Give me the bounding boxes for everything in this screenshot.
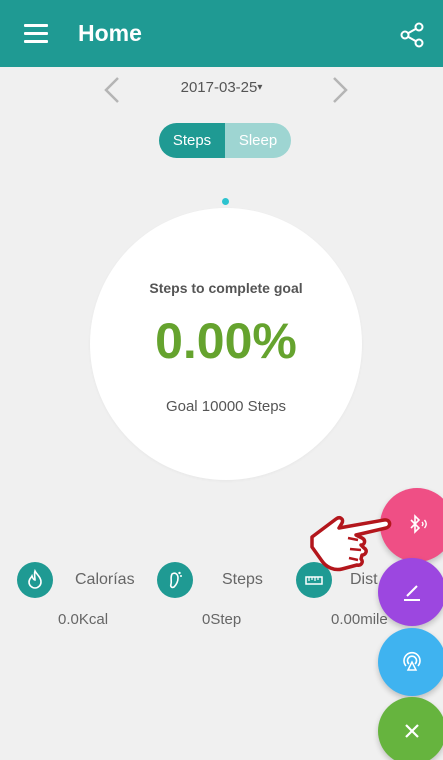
progress-indicator-dot xyxy=(222,198,229,205)
bluetooth-button[interactable] xyxy=(380,488,443,562)
goal-target: Goal 10000 Steps xyxy=(165,398,287,415)
signal-icon xyxy=(403,651,421,671)
tab-steps[interactable]: Steps xyxy=(159,123,225,158)
pencil-icon xyxy=(404,585,420,601)
menu-icon[interactable] xyxy=(24,24,48,44)
date-picker[interactable]: 2017-03-25▾ xyxy=(0,79,443,96)
signal-button[interactable] xyxy=(378,628,443,696)
date-value: 2017-03-25 xyxy=(180,79,258,96)
calories-value: 0.0Kcal xyxy=(58,611,109,628)
page-title: Home xyxy=(78,20,142,46)
steps-value: 0Step xyxy=(202,611,242,628)
footprint-icon xyxy=(157,562,193,598)
flame-icon xyxy=(17,562,53,598)
goal-percent: 0.00% xyxy=(155,313,297,369)
close-icon xyxy=(405,724,419,738)
share-icon[interactable] xyxy=(399,22,425,48)
steps-sleep-toggle: Steps Sleep xyxy=(159,123,291,158)
calories-label: Calorías xyxy=(75,571,135,588)
goal-title: Steps to complete goal xyxy=(149,280,303,296)
edit-button[interactable] xyxy=(378,558,443,626)
caret-down-icon: ▾ xyxy=(257,82,263,93)
goal-circle: Steps to complete goal 0.00% Goal 10000 … xyxy=(90,208,362,480)
bluetooth-icon xyxy=(410,514,427,534)
steps-label: Steps xyxy=(222,571,263,588)
app-bar: Home xyxy=(0,0,443,67)
close-button[interactable] xyxy=(378,697,443,760)
ruler-icon xyxy=(296,562,332,598)
distance-label: Dist xyxy=(350,571,378,588)
tab-sleep[interactable]: Sleep xyxy=(225,123,291,158)
distance-value: 0.00mile xyxy=(331,611,388,628)
date-selector: 2017-03-25▾ xyxy=(0,74,443,106)
chevron-right-icon[interactable] xyxy=(328,76,352,104)
